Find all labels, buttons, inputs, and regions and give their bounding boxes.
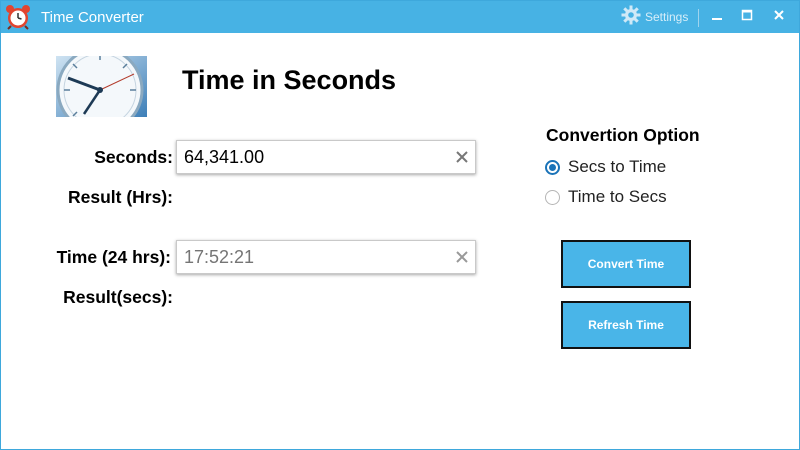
- radio-button-checked[interactable]: [545, 159, 560, 175]
- minimize-button[interactable]: [701, 1, 733, 33]
- page-title: Time in Seconds: [182, 65, 397, 95]
- conversion-option-title: Convertion Option: [546, 125, 700, 145]
- refresh-time-button[interactable]: Refresh Time: [561, 301, 691, 349]
- radio-time-to-secs[interactable]: Time to Secs: [545, 186, 667, 208]
- result-secs-label: Result(secs):: [63, 287, 173, 307]
- clear-seconds-icon[interactable]: [455, 150, 469, 164]
- convert-time-button[interactable]: Convert Time: [561, 240, 691, 288]
- radio-secs-to-time[interactable]: Secs to Time: [545, 156, 666, 178]
- seconds-label: Seconds:: [94, 147, 173, 167]
- seconds-field[interactable]: [176, 140, 476, 174]
- clock-image: [56, 56, 147, 117]
- maximize-icon: [741, 8, 753, 26]
- close-icon: [773, 8, 785, 26]
- result-hrs-label: Result (Hrs):: [67, 187, 173, 207]
- radio-label: Time to Secs: [568, 187, 667, 206]
- titlebar-divider: [698, 9, 699, 27]
- time-input[interactable]: [184, 241, 444, 273]
- close-button[interactable]: [763, 1, 795, 33]
- minimize-icon: [711, 8, 723, 26]
- window-title: Time Converter: [41, 9, 144, 26]
- clear-time-icon[interactable]: [455, 250, 469, 264]
- app-window: Time Converter Settings Time in Seconds …: [0, 0, 800, 450]
- alarm-clock-icon: [5, 4, 31, 30]
- seconds-input[interactable]: [184, 141, 444, 173]
- gear-icon: [621, 5, 641, 30]
- settings-label: Settings: [645, 10, 689, 24]
- settings-button[interactable]: Settings: [621, 5, 689, 30]
- radio-label: Secs to Time: [568, 157, 667, 176]
- time-field[interactable]: [176, 240, 476, 274]
- title-bar[interactable]: Time Converter Settings: [1, 1, 799, 33]
- radio-button-unchecked[interactable]: [545, 189, 560, 205]
- maximize-button[interactable]: [731, 1, 763, 33]
- time-label: Time (24 hrs):: [56, 247, 171, 267]
